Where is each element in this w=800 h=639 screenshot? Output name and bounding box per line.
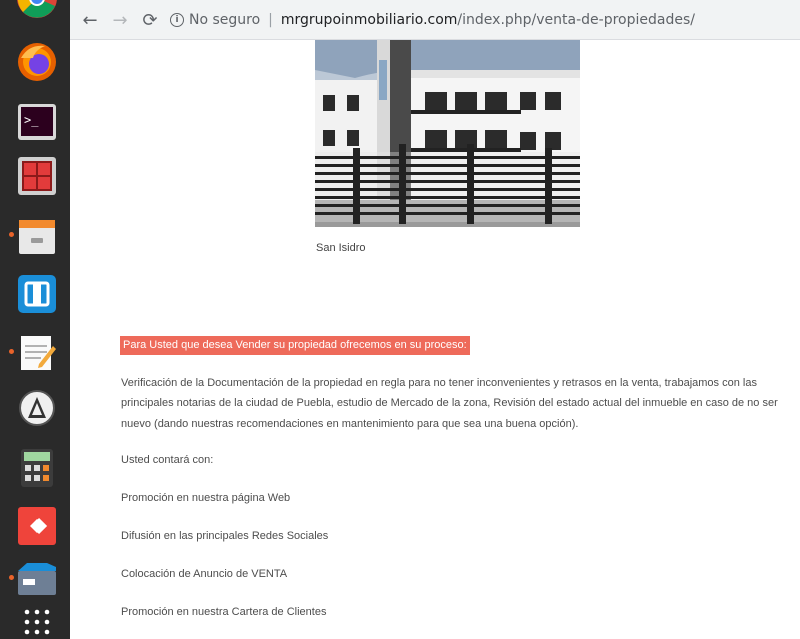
security-label: No seguro (189, 12, 261, 28)
ubuntu-dock: >_ (0, 0, 70, 639)
calculator-icon[interactable] (13, 444, 61, 492)
info-icon[interactable]: i (170, 13, 184, 27)
files-icon[interactable] (13, 212, 61, 260)
forward-arrow-icon[interactable]: → (108, 8, 132, 32)
firefox-icon[interactable] (13, 38, 61, 86)
separator: | (268, 12, 273, 28)
benefit-item: Colocación de Anuncio de VENTA (121, 568, 288, 580)
text-editor-icon[interactable] (13, 328, 61, 376)
benefit-item: Promoción en nuestra Cartera de Clientes (121, 606, 327, 618)
benefit-item: Promoción en nuestra página Web (121, 492, 291, 504)
offer-heading: Para Usted que desea Vender su propiedad… (120, 336, 470, 355)
benefit-item: Difusión en las principales Redes Social… (121, 530, 329, 542)
anydesk-icon[interactable] (13, 502, 61, 550)
address-bar[interactable]: i No seguro | mrgrupoinmobiliario.com /i… (170, 5, 800, 35)
virtualbox-icon[interactable] (13, 270, 61, 318)
offer-paragraph: Verificación de la Documentación de la p… (121, 377, 778, 430)
page-content: San Isidro Para Usted que desea Vender s… (70, 40, 800, 639)
chrome-icon[interactable] (13, 0, 61, 22)
browser-toolbar: ← → ⟳ i No seguro | mrgrupoinmobiliario.… (70, 0, 800, 40)
url-domain: mrgrupoinmobiliario.com (280, 12, 458, 28)
svg-text:>_: >_ (24, 113, 39, 127)
back-arrow-icon[interactable]: ← (78, 8, 102, 32)
benefits-intro: Usted contará con: (121, 454, 214, 466)
property-caption: San Isidro (316, 242, 366, 254)
show-apps-icon[interactable] (13, 598, 61, 639)
drive-icon[interactable] (13, 556, 61, 604)
workspace-icon[interactable] (13, 152, 61, 200)
reload-icon[interactable]: ⟳ (138, 8, 162, 32)
software-updater-icon[interactable] (13, 384, 61, 432)
url-path: /index.php/venta-de-propiedades/ (457, 12, 695, 28)
property-photo[interactable] (315, 40, 580, 227)
terminal-icon[interactable]: >_ (13, 98, 61, 146)
